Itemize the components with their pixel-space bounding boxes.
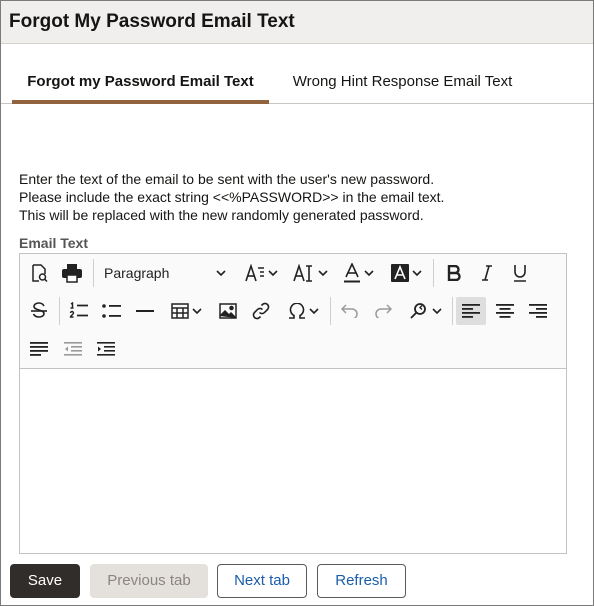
toolbar-separator: [93, 259, 94, 287]
toolbar-separator: [59, 297, 60, 325]
bullet-list-icon[interactable]: [99, 297, 125, 325]
chevron-down-icon: [216, 270, 226, 277]
instruction-line: This will be replaced with the new rando…: [19, 207, 424, 223]
tab-forgot-password-email[interactable]: Forgot my Password Email Text: [12, 62, 269, 104]
tab-bar: Forgot my Password Email Text Wrong Hint…: [1, 62, 593, 104]
print-icon[interactable]: [58, 259, 86, 287]
chevron-down-icon: [431, 308, 442, 315]
toolbar-separator: [330, 297, 331, 325]
underline-icon[interactable]: [506, 259, 534, 287]
image-icon[interactable]: [214, 297, 242, 325]
block-format-select[interactable]: Paragraph: [102, 259, 228, 287]
strikethrough-icon[interactable]: [26, 297, 52, 325]
horizontal-line-icon[interactable]: [132, 297, 158, 325]
email-text-editor-area[interactable]: [20, 370, 566, 553]
chevron-down-icon: [267, 270, 278, 277]
chevron-down-icon: [411, 270, 422, 277]
rich-text-editor: Paragraph: [19, 253, 567, 554]
background-color-icon[interactable]: [385, 259, 427, 287]
chevron-down-icon: [363, 270, 374, 277]
indent-icon[interactable]: [93, 335, 119, 363]
chevron-down-icon: [191, 308, 202, 315]
editor-toolbar: Paragraph: [20, 254, 566, 369]
outdent-icon[interactable]: [60, 335, 86, 363]
numbered-list-icon[interactable]: [66, 297, 92, 325]
toolbar-separator: [452, 297, 453, 325]
instruction-line: Please include the exact string <<%PASSW…: [19, 189, 445, 205]
find-replace-icon[interactable]: [404, 297, 446, 325]
tab-wrong-hint-response-email[interactable]: Wrong Hint Response Email Text: [281, 62, 524, 104]
align-right-icon[interactable]: [524, 297, 552, 325]
special-character-icon[interactable]: [282, 297, 324, 325]
justify-icon[interactable]: [26, 335, 52, 363]
font-size-icon[interactable]: [290, 259, 330, 287]
link-icon[interactable]: [247, 297, 275, 325]
table-icon[interactable]: [166, 297, 206, 325]
toolbar-separator: [433, 259, 434, 287]
chevron-down-icon: [308, 308, 319, 315]
text-color-icon[interactable]: [338, 259, 378, 287]
save-button[interactable]: Save: [10, 564, 80, 598]
chevron-down-icon: [317, 270, 328, 277]
instructions: Enter the text of the email to be sent w…: [19, 170, 444, 224]
block-format-value: Paragraph: [104, 265, 170, 281]
previous-tab-button[interactable]: Previous tab: [90, 564, 208, 598]
font-family-icon[interactable]: [242, 259, 280, 287]
title-bar: Forgot My Password Email Text: [1, 1, 593, 44]
email-text-label: Email Text: [19, 235, 88, 251]
undo-icon[interactable]: [336, 297, 364, 325]
align-left-icon[interactable]: [456, 297, 486, 325]
align-center-icon[interactable]: [491, 297, 519, 325]
italic-icon[interactable]: [473, 259, 501, 287]
redo-icon[interactable]: [369, 297, 397, 325]
bold-icon[interactable]: [440, 259, 468, 287]
preview-icon[interactable]: [26, 259, 52, 287]
instruction-line: Enter the text of the email to be sent w…: [19, 171, 435, 187]
refresh-button[interactable]: Refresh: [317, 564, 406, 598]
next-tab-button[interactable]: Next tab: [217, 564, 307, 598]
page-title: Forgot My Password Email Text: [9, 11, 295, 32]
